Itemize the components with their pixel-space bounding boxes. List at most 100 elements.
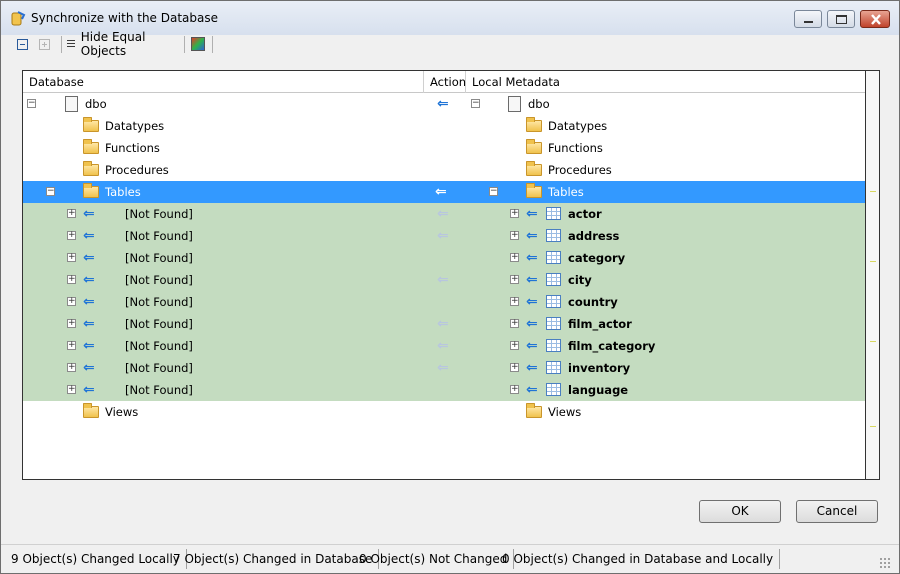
minimize-button[interactable] [794,10,822,28]
table-row[interactable]: + ⇐ [Not Found] ⇐ + ⇐ address [23,225,865,247]
expand-icon[interactable]: + [510,385,519,394]
expand-icon[interactable]: + [67,253,76,262]
table-icon [546,361,561,374]
folder-row-functions[interactable]: Functions Functions [23,137,865,159]
expand-icon[interactable]: + [67,209,76,218]
hide-equal-objects-button[interactable]: Hide Equal Objects [67,30,179,58]
left-arrow-icon[interactable]: ⇐ [437,272,449,288]
table-name: film_actor [568,317,632,331]
folder-label: Datatypes [105,119,165,133]
left-arrow-icon[interactable]: ⇐ [437,360,449,376]
folder-icon [83,403,99,418]
colors-button[interactable] [191,35,207,53]
table-name: actor [568,207,602,221]
cancel-button[interactable]: Cancel [796,500,878,523]
left-arrow-icon[interactable]: ⇐ [437,96,449,112]
left-arrow-icon[interactable]: ⇐ [526,382,538,398]
expand-all-button[interactable] [39,35,51,53]
left-arrow-icon[interactable]: ⇐ [83,294,95,310]
collapse-icon[interactable]: − [471,99,480,108]
expand-icon[interactable]: + [510,341,519,350]
expand-icon[interactable]: + [510,297,519,306]
collapse-icon[interactable]: − [27,99,36,108]
left-arrow-icon[interactable]: ⇐ [83,382,95,398]
table-name: category [568,251,626,265]
folder-icon [83,139,99,154]
collapse-icon[interactable]: − [46,187,55,196]
grid-header: Database Action Local Metadata [23,71,865,93]
column-header-database[interactable]: Database [23,71,424,93]
close-button[interactable] [860,10,890,28]
table-row[interactable]: + ⇐ [Not Found] ⇐ + ⇐ actor [23,203,865,225]
left-arrow-icon[interactable]: ⇐ [526,294,538,310]
maximize-button[interactable] [827,10,855,28]
column-header-action[interactable]: Action [424,71,466,93]
overview-scrollbar[interactable] [866,70,880,480]
folder-row-tables[interactable]: − Tables ⇐ − Tables [23,181,865,203]
left-arrow-icon[interactable]: ⇐ [83,360,95,376]
expand-icon[interactable]: + [510,231,519,240]
close-icon [871,14,881,25]
left-arrow-icon[interactable]: ⇐ [437,206,449,222]
schema-row[interactable]: − dbo ⇐ − dbo [23,93,865,115]
expand-icon[interactable]: + [67,385,76,394]
table-row[interactable]: + ⇐ [Not Found] ⇐ + ⇐ inventory [23,357,865,379]
left-arrow-icon[interactable]: ⇐ [526,206,538,222]
left-arrow-icon[interactable]: ⇐ [526,360,538,376]
left-arrow-icon[interactable]: ⇐ [526,338,538,354]
folder-icon [526,183,542,198]
ok-button[interactable]: OK [699,500,781,523]
toolbar: Hide Equal Objects [9,30,893,58]
schema-name: dbo [85,97,107,111]
table-icon [546,317,561,330]
expand-icon[interactable]: + [67,275,76,284]
folder-row-procedures[interactable]: Procedures Procedures [23,159,865,181]
expand-icon[interactable]: + [67,319,76,328]
left-arrow-icon[interactable]: ⇐ [83,272,95,288]
left-arrow-icon[interactable]: ⇐ [526,316,538,332]
collapse-all-button[interactable] [17,35,29,53]
expand-icon[interactable]: + [510,319,519,328]
left-arrow-icon[interactable]: ⇐ [83,316,95,332]
expand-icon[interactable]: + [67,363,76,372]
left-arrow-icon[interactable]: ⇐ [83,338,95,354]
db-object-name: [Not Found] [125,295,193,309]
left-arrow-icon[interactable]: ⇐ [83,206,95,222]
left-arrow-icon[interactable]: ⇐ [83,250,95,266]
folder-row-datatypes[interactable]: Datatypes Datatypes [23,115,865,137]
collapse-icon[interactable]: − [489,187,498,196]
left-arrow-icon[interactable]: ⇐ [437,338,449,354]
folder-row-views[interactable]: Views Views [23,401,865,423]
table-row[interactable]: + ⇐ [Not Found] + ⇐ category [23,247,865,269]
expand-icon[interactable]: + [510,253,519,262]
left-arrow-icon[interactable]: ⇐ [437,316,449,332]
status-bar: 9 Object(s) Changed Locally 7 Object(s) … [1,544,899,573]
left-arrow-icon[interactable]: ⇐ [83,228,95,244]
left-arrow-icon[interactable]: ⇐ [435,184,447,200]
folder-label: Datatypes [548,119,608,133]
table-row[interactable]: + ⇐ [Not Found] + ⇐ country [23,291,865,313]
expand-icon[interactable]: + [510,363,519,372]
expand-icon[interactable]: + [510,275,519,284]
table-row[interactable]: + ⇐ [Not Found] ⇐ + ⇐ film_category [23,335,865,357]
color-palette-icon [191,37,205,51]
table-name: address [568,229,620,243]
table-row[interactable]: + ⇐ [Not Found] ⇐ + ⇐ film_actor [23,313,865,335]
column-header-local-metadata[interactable]: Local Metadata [466,71,865,93]
folder-label: Functions [105,141,160,155]
folder-icon [526,161,542,176]
left-arrow-icon[interactable]: ⇐ [526,228,538,244]
expand-icon[interactable]: + [510,209,519,218]
expand-icon[interactable]: + [67,341,76,350]
left-arrow-icon[interactable]: ⇐ [526,250,538,266]
expand-icon[interactable]: + [67,231,76,240]
folder-label: Procedures [105,163,169,177]
status-changed-in-database: 7 Object(s) Changed in Database [167,549,380,569]
left-arrow-icon[interactable]: ⇐ [437,228,449,244]
expand-icon[interactable]: + [67,297,76,306]
left-arrow-icon[interactable]: ⇐ [526,272,538,288]
table-row[interactable]: + ⇐ [Not Found] ⇐ + ⇐ city [23,269,865,291]
table-row[interactable]: + ⇐ [Not Found] + ⇐ language [23,379,865,401]
resize-grip-icon[interactable] [879,557,891,569]
db-object-name: [Not Found] [125,207,193,221]
